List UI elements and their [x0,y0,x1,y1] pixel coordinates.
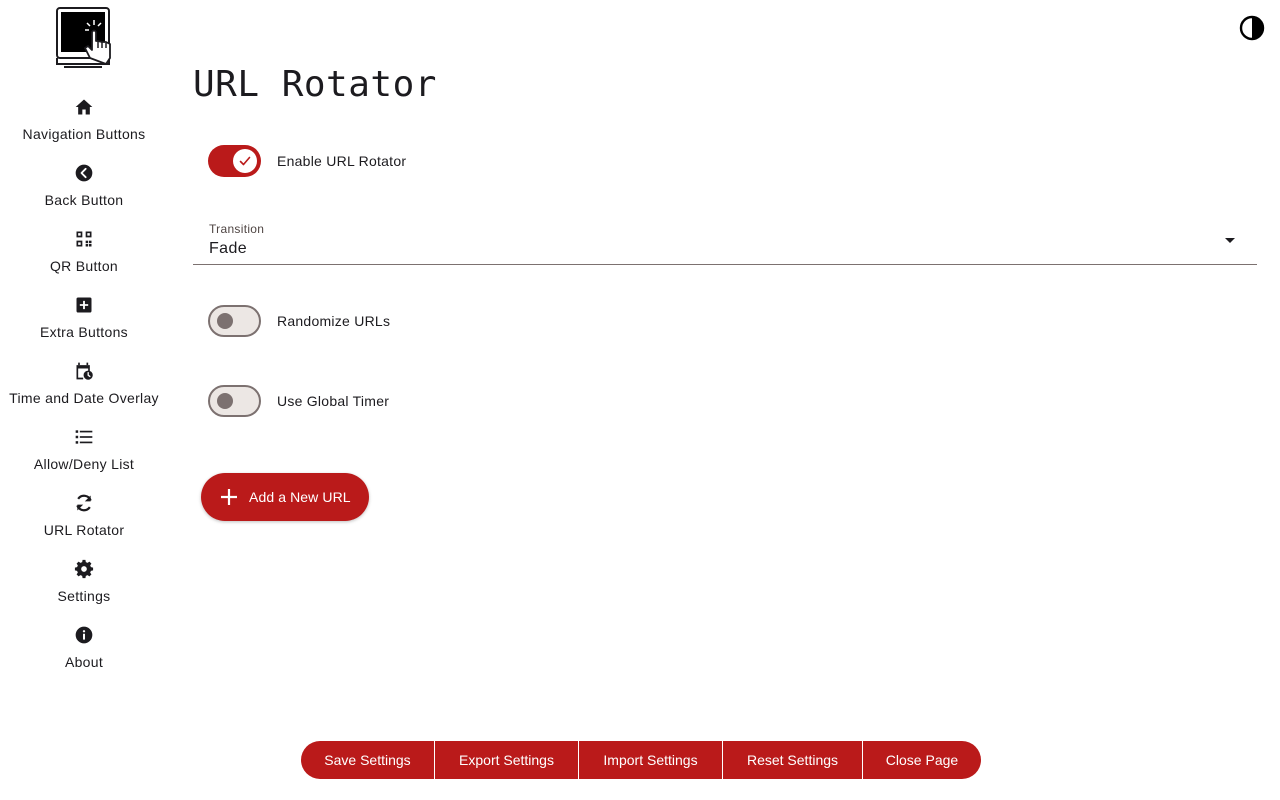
gear-icon [73,558,95,580]
sidebar-item-back-button[interactable]: Back Button [0,158,168,224]
sidebar-item-label: Allow/Deny List [33,456,135,472]
sidebar-item-extra-buttons[interactable]: Extra Buttons [0,290,168,356]
save-settings-button[interactable]: Save Settings [301,741,435,779]
check-icon [239,156,251,166]
sidebar-item-label: Settings [57,588,111,604]
enable-url-rotator-label: Enable URL Rotator [277,153,407,169]
sidebar-item-label: Extra Buttons [40,324,128,340]
sidebar-item-url-rotator[interactable]: URL Rotator [0,488,168,554]
plus-icon [221,489,237,505]
page-title: URL Rotator [193,64,437,105]
back-circle-icon [73,162,95,184]
sync-icon [73,492,95,514]
import-settings-button[interactable]: Import Settings [579,741,723,779]
use-global-timer-switch[interactable] [208,385,261,417]
sidebar-item-label: QR Button [49,258,119,274]
sidebar-item-label: Navigation Buttons [22,126,146,142]
export-settings-button[interactable]: Export Settings [435,741,579,779]
sidebar-item-label: About [64,654,104,670]
sidebar-item-label: URL Rotator [43,522,125,538]
theme-toggle-button[interactable] [1238,14,1266,42]
transition-select[interactable]: Transition Fade [193,214,1257,265]
sidebar-item-label: Time and Date Overlay [9,390,159,406]
use-global-timer-row: Use Global Timer [208,384,389,418]
sidebar-item-allow-deny-list[interactable]: Allow/Deny List [0,422,168,488]
sidebar-item-time-date-overlay[interactable]: Time and Date Overlay [0,356,168,422]
info-icon [73,624,95,646]
list-icon [73,426,95,448]
sidebar-nav: Navigation Buttons Back Button QR Button… [0,92,168,686]
bottom-action-bar: Save Settings Export Settings Import Set… [301,741,981,779]
touchscreen-kiosk-icon [56,7,111,68]
randomize-urls-row: Randomize URLs [208,304,390,338]
sidebar-item-qr-button[interactable]: QR Button [0,224,168,290]
sidebar-item-about[interactable]: About [0,620,168,686]
enable-url-rotator-row: Enable URL Rotator [208,144,406,178]
use-global-timer-label: Use Global Timer [277,393,390,409]
randomize-urls-switch[interactable] [208,305,261,337]
sidebar-item-navigation-buttons[interactable]: Navigation Buttons [0,92,168,158]
transition-select-value: Fade [209,240,248,257]
caret-down-icon [1225,238,1235,243]
calendar-clock-icon [73,360,95,382]
switch-thumb [217,313,233,329]
randomize-urls-label: Randomize URLs [277,313,391,329]
sidebar-item-settings[interactable]: Settings [0,554,168,620]
enable-url-rotator-switch[interactable] [208,145,261,177]
add-new-url-button[interactable]: Add a New URL [201,473,369,521]
app-logo [54,6,114,70]
contrast-icon [1239,15,1265,41]
home-icon [73,96,95,118]
transition-select-label: Transition [209,222,265,236]
switch-thumb [233,149,257,173]
plus-square-icon [73,294,95,316]
qr-code-icon [73,228,95,250]
add-new-url-label: Add a New URL [249,489,351,505]
reset-settings-button[interactable]: Reset Settings [723,741,863,779]
close-page-button[interactable]: Close Page [863,741,981,779]
sidebar-item-label: Back Button [44,192,124,208]
switch-thumb [217,393,233,409]
